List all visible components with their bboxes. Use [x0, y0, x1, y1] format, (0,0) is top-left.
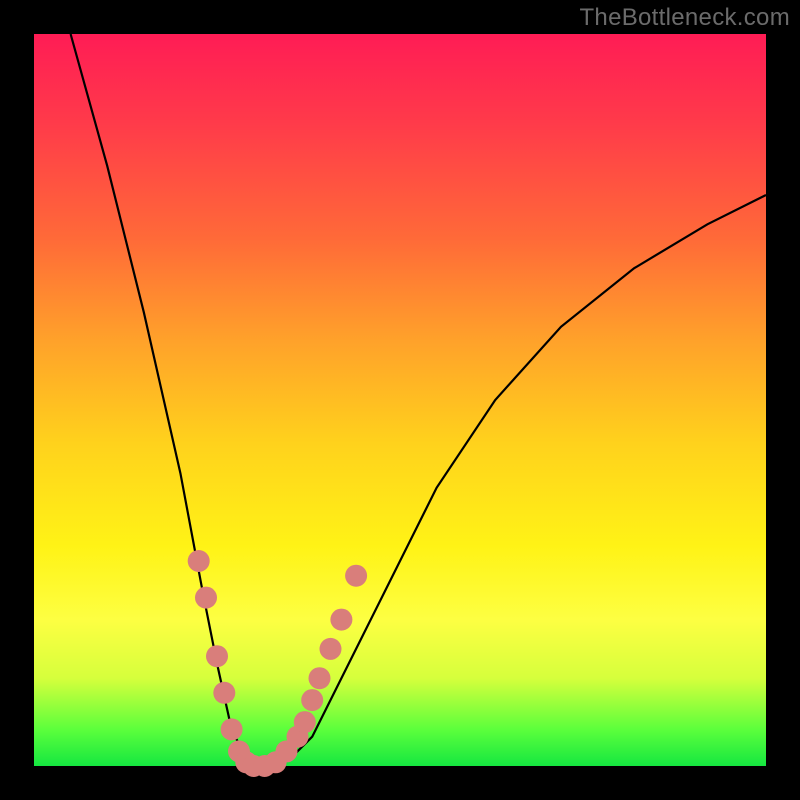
chart-svg: [34, 34, 766, 766]
data-marker: [320, 638, 342, 660]
data-marker: [309, 667, 331, 689]
data-marker: [301, 689, 323, 711]
marker-group: [188, 550, 367, 777]
data-marker: [195, 587, 217, 609]
data-marker: [221, 718, 243, 740]
data-marker: [206, 645, 228, 667]
data-marker: [294, 711, 316, 733]
chart-frame: TheBottleneck.com: [0, 0, 800, 800]
data-marker: [188, 550, 210, 572]
data-marker: [213, 682, 235, 704]
data-marker: [330, 609, 352, 631]
watermark-text: TheBottleneck.com: [579, 4, 790, 32]
data-marker: [345, 565, 367, 587]
curve-path: [71, 34, 766, 766]
plot-area: [34, 34, 766, 766]
